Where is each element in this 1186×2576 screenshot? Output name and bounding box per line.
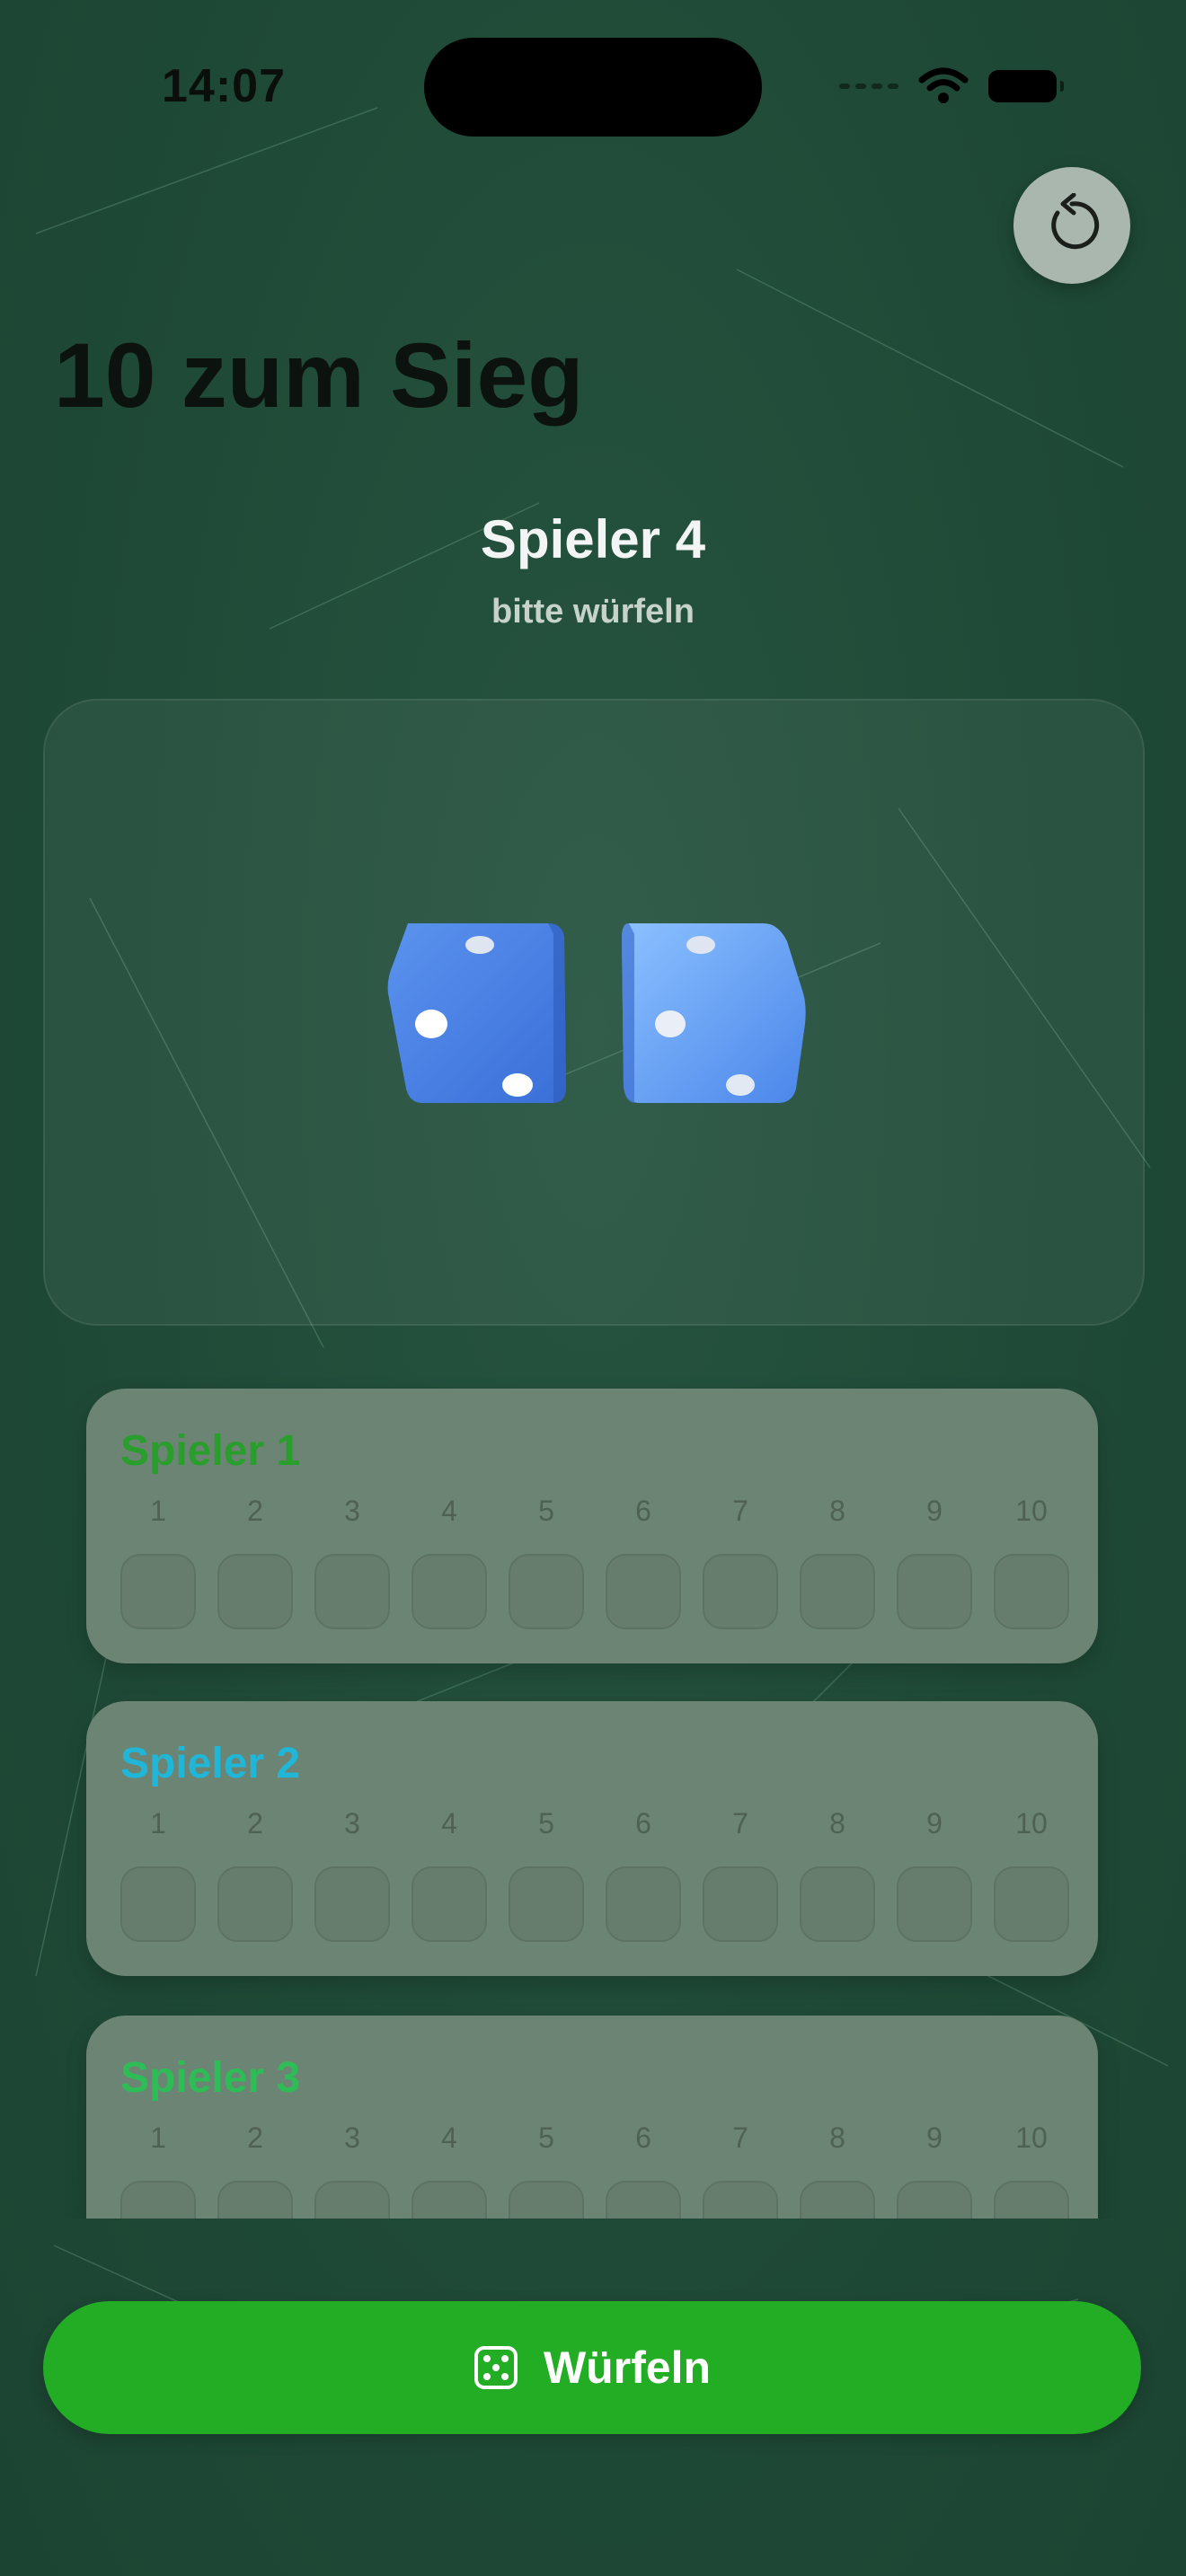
- score-number: 2: [247, 1807, 263, 1839]
- score-number: 3: [344, 2122, 360, 2154]
- score-number: 9: [926, 1495, 943, 1527]
- score-box: [800, 1866, 875, 1942]
- score-box: [509, 1554, 584, 1629]
- score-box: [994, 1866, 1069, 1942]
- score-number: 9: [926, 2122, 943, 2154]
- score-number: 1: [150, 2122, 166, 2154]
- score-box: [314, 1866, 390, 1942]
- scoreboard-list[interactable]: Spieler 1 1 2 3 4 5 6 7 8 9 10 Spieler 2 1 2 3 4 5 6 7 8…: [0, 1374, 1186, 2219]
- cellular-signal-icon: [839, 84, 898, 89]
- player-card-name: Spieler 3: [120, 2054, 301, 2102]
- score-number: 6: [635, 1495, 651, 1527]
- score-box: [800, 1554, 875, 1629]
- player-card: Spieler 2 1 2 3 4 5 6 7 8 9 10: [86, 1701, 1098, 1976]
- score-box: [703, 2181, 778, 2219]
- score-box: [703, 1866, 778, 1942]
- score-number: 8: [829, 1807, 845, 1839]
- score-number: 5: [538, 1807, 554, 1839]
- score-box: [509, 2181, 584, 2219]
- roll-button[interactable]: Würfeln: [43, 2301, 1141, 2434]
- turn-prompt: bitte würfeln: [491, 593, 695, 631]
- score-box-row: [120, 2181, 1069, 2219]
- score-box: [509, 1866, 584, 1942]
- score-box: [120, 1554, 196, 1629]
- score-box: [800, 2181, 875, 2219]
- score-box: [897, 1866, 972, 1942]
- page-title: 10 zum Sieg: [54, 324, 584, 427]
- score-number: 1: [150, 1495, 166, 1527]
- score-number: 7: [732, 1495, 748, 1527]
- score-box: [314, 2181, 390, 2219]
- score-number: 8: [829, 1495, 845, 1527]
- roll-button-label: Würfeln: [543, 2342, 712, 2393]
- score-number-row: 1 2 3 4 5 6 7 8 9 10: [120, 1807, 1069, 1840]
- dice-area[interactable]: [43, 699, 1145, 1326]
- score-number: 3: [344, 1807, 360, 1839]
- die-right[interactable]: [620, 916, 809, 1110]
- score-number: 6: [635, 2122, 651, 2154]
- score-number: 7: [732, 1807, 748, 1839]
- die-left[interactable]: [386, 916, 575, 1110]
- score-number: 2: [247, 1495, 263, 1527]
- status-time: 14:07: [162, 60, 286, 112]
- score-box: [994, 2181, 1069, 2219]
- score-number: 2: [247, 2122, 263, 2154]
- arrow-counterclockwise-icon: [1051, 193, 1100, 250]
- score-box: [412, 1866, 487, 1942]
- score-number: 10: [1015, 1807, 1048, 1839]
- die-face-icon: [474, 2346, 518, 2389]
- score-number: 5: [538, 1495, 554, 1527]
- score-box: [314, 1554, 390, 1629]
- score-number: 8: [829, 2122, 845, 2154]
- score-number-row: 1 2 3 4 5 6 7 8 9 10: [120, 2122, 1069, 2155]
- score-box: [217, 2181, 293, 2219]
- score-box: [606, 1554, 681, 1629]
- score-box: [412, 1554, 487, 1629]
- player-card-name: Spieler 1: [120, 1427, 301, 1475]
- score-box: [703, 1554, 778, 1629]
- score-box: [606, 2181, 681, 2219]
- dynamic-island: [424, 38, 762, 137]
- score-number: 1: [150, 1807, 166, 1839]
- score-box: [217, 1866, 293, 1942]
- score-box: [120, 1866, 196, 1942]
- score-box: [897, 1554, 972, 1629]
- player-card: Spieler 1 1 2 3 4 5 6 7 8 9 10: [86, 1389, 1098, 1663]
- status-icons: [839, 63, 1064, 110]
- battery-icon: [988, 70, 1064, 102]
- score-number: 3: [344, 1495, 360, 1527]
- score-number: 4: [441, 1495, 457, 1527]
- wifi-icon: [918, 67, 969, 103]
- score-number-row: 1 2 3 4 5 6 7 8 9 10: [120, 1495, 1069, 1528]
- score-box: [120, 2181, 196, 2219]
- score-box-row: [120, 1866, 1069, 1942]
- score-box: [897, 2181, 972, 2219]
- score-number: 7: [732, 2122, 748, 2154]
- score-number: 5: [538, 2122, 554, 2154]
- score-box: [994, 1554, 1069, 1629]
- score-box: [412, 2181, 487, 2219]
- player-card-name: Spieler 2: [120, 1740, 301, 1787]
- score-number: 9: [926, 1807, 943, 1839]
- score-number: 6: [635, 1807, 651, 1839]
- score-box-row: [120, 1554, 1069, 1629]
- reset-button[interactable]: [1013, 167, 1130, 284]
- score-number: 10: [1015, 2122, 1048, 2154]
- score-number: 4: [441, 2122, 457, 2154]
- score-number: 4: [441, 1807, 457, 1839]
- current-player-name: Spieler 4: [480, 509, 706, 569]
- player-card: Spieler 3 1 2 3 4 5 6 7 8 9 10: [86, 2016, 1098, 2219]
- score-number: 10: [1015, 1495, 1048, 1527]
- score-box: [606, 1866, 681, 1942]
- score-box: [217, 1554, 293, 1629]
